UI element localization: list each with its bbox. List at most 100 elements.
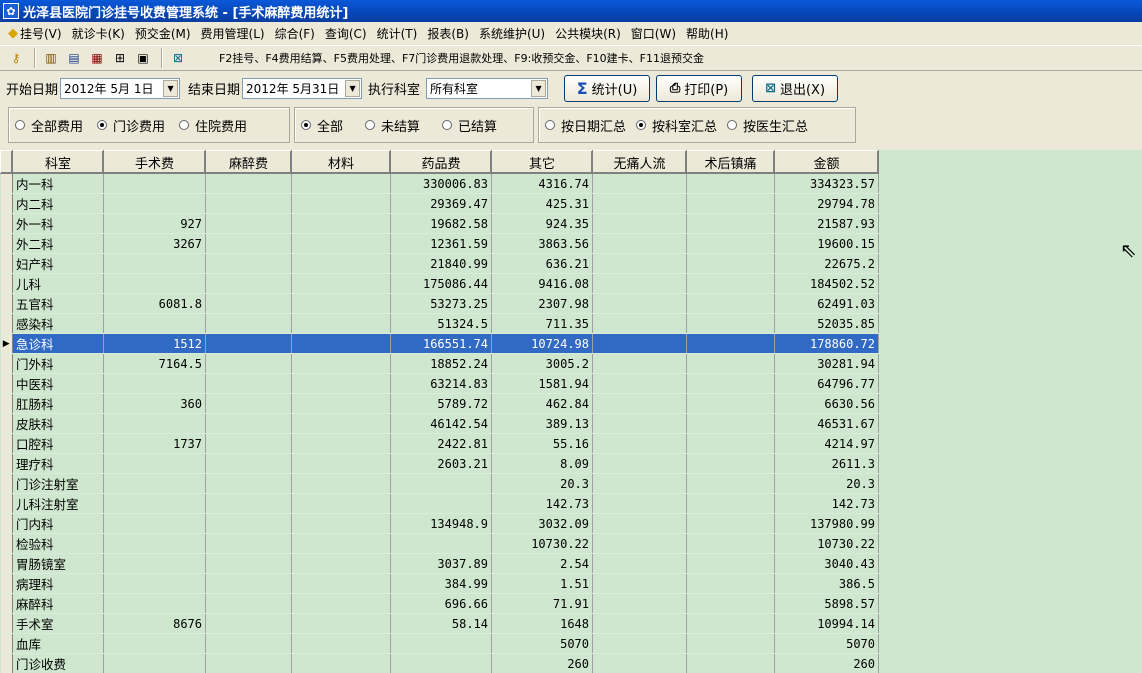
table-row[interactable]: 皮肤科 46142.54 389.13 46531.67: [0, 413, 879, 434]
table-cell[interactable]: [205, 253, 292, 274]
table-cell[interactable]: [205, 393, 292, 414]
table-cell[interactable]: [291, 453, 391, 474]
table-cell[interactable]: [686, 393, 775, 414]
table-row[interactable]: 妇产科 21840.99 636.21 22675.2: [0, 253, 879, 274]
table-cell[interactable]: 口腔科: [12, 433, 104, 454]
row-indicator[interactable]: [0, 233, 13, 254]
table-cell[interactable]: [291, 413, 391, 434]
table-cell[interactable]: 6081.8: [103, 293, 206, 314]
table-cell[interactable]: 10730.22: [774, 533, 879, 554]
table-cell[interactable]: 71.91: [491, 593, 593, 614]
table-cell[interactable]: [291, 253, 391, 274]
table-cell[interactable]: [592, 493, 687, 514]
table-cell[interactable]: 中医科: [12, 373, 104, 394]
table-cell[interactable]: 10724.98: [491, 333, 593, 354]
table-cell[interactable]: [592, 453, 687, 474]
table-row[interactable]: 病理科 384.99 1.51 386.5: [0, 573, 879, 594]
table-cell[interactable]: [592, 553, 687, 574]
table-cell[interactable]: 184502.52: [774, 273, 879, 294]
table-cell[interactable]: [103, 273, 206, 294]
table-cell[interactable]: [686, 633, 775, 654]
table-cell[interactable]: [592, 293, 687, 314]
table-cell[interactable]: 260: [774, 653, 879, 673]
table-cell[interactable]: 51324.5: [390, 313, 492, 334]
table-cell[interactable]: 19682.58: [390, 213, 492, 234]
table-cell[interactable]: [390, 473, 492, 494]
table-cell[interactable]: [291, 473, 391, 494]
table-cell[interactable]: [205, 193, 292, 214]
table-row[interactable]: 检验科 10730.22 10730.22: [0, 533, 879, 554]
table-cell[interactable]: 9416.08: [491, 273, 593, 294]
table-cell[interactable]: 175086.44: [390, 273, 492, 294]
row-indicator[interactable]: [0, 653, 13, 673]
col-header[interactable]: 手术费: [103, 150, 206, 174]
table-cell[interactable]: [686, 173, 775, 194]
row-indicator[interactable]: [0, 313, 13, 334]
table-cell[interactable]: 6630.56: [774, 393, 879, 414]
document-icon[interactable]: ▤: [64, 48, 84, 68]
table-cell[interactable]: 18852.24: [390, 353, 492, 374]
table-cell[interactable]: 5789.72: [390, 393, 492, 414]
table-cell[interactable]: [390, 493, 492, 514]
table-cell[interactable]: 门诊注射室: [12, 473, 104, 494]
row-indicator[interactable]: [0, 513, 13, 534]
menu-general[interactable]: 综合(F): [270, 23, 320, 44]
table-cell[interactable]: 462.84: [491, 393, 593, 414]
table-row[interactable]: 胃肠镜室 3037.89 2.54 3040.43: [0, 553, 879, 574]
table-cell[interactable]: [686, 333, 775, 354]
table-cell[interactable]: [686, 193, 775, 214]
table-cell[interactable]: [592, 393, 687, 414]
table-cell[interactable]: [103, 373, 206, 394]
menu-system[interactable]: 系统维护(U): [474, 23, 550, 44]
table-cell[interactable]: 5070: [774, 633, 879, 654]
table-cell[interactable]: [592, 213, 687, 234]
table-cell[interactable]: [103, 173, 206, 194]
table-cell[interactable]: [291, 213, 391, 234]
table-cell[interactable]: [592, 653, 687, 673]
chevron-down-icon[interactable]: ▼: [345, 79, 361, 97]
table-cell[interactable]: [592, 233, 687, 254]
table-cell[interactable]: 22675.2: [774, 253, 879, 274]
row-indicator[interactable]: [0, 293, 13, 314]
table-cell[interactable]: [592, 253, 687, 274]
row-indicator[interactable]: [0, 533, 13, 554]
menu-query[interactable]: 查询(C): [320, 23, 372, 44]
table-cell[interactable]: [291, 633, 391, 654]
table-row[interactable]: 五官科 6081.8 53273.25 2307.98 62491.03: [0, 293, 879, 314]
table-cell[interactable]: [205, 473, 292, 494]
table-cell[interactable]: [205, 353, 292, 374]
table-cell[interactable]: [291, 553, 391, 574]
table-cell[interactable]: 46142.54: [390, 413, 492, 434]
table-cell[interactable]: [686, 273, 775, 294]
table-cell[interactable]: 52035.85: [774, 313, 879, 334]
table-cell[interactable]: 384.99: [390, 573, 492, 594]
table-cell[interactable]: [205, 313, 292, 334]
table-cell[interactable]: [291, 613, 391, 634]
table-cell[interactable]: 62491.03: [774, 293, 879, 314]
table-cell[interactable]: 3005.2: [491, 353, 593, 374]
table-cell[interactable]: 134948.9: [390, 513, 492, 534]
radio-all-fees[interactable]: 全部费用: [15, 116, 83, 135]
table-row[interactable]: 门外科 7164.5 18852.24 3005.2 30281.94: [0, 353, 879, 374]
table-cell[interactable]: 3267: [103, 233, 206, 254]
table-cell[interactable]: [291, 513, 391, 534]
col-header[interactable]: 材料: [291, 150, 391, 174]
chevron-down-icon[interactable]: ▼: [163, 79, 179, 97]
table-cell[interactable]: 2611.3: [774, 453, 879, 474]
table-cell[interactable]: 2.54: [491, 553, 593, 574]
exit-button[interactable]: ⊠ 退出(X): [752, 74, 839, 102]
table-cell[interactable]: 五官科: [12, 293, 104, 314]
table-row[interactable]: 理疗科 2603.21 8.09 2611.3: [0, 453, 879, 474]
table-cell[interactable]: 内二科: [12, 193, 104, 214]
table-cell[interactable]: 142.73: [774, 493, 879, 514]
table-cell[interactable]: [205, 653, 292, 673]
table-cell[interactable]: 334323.57: [774, 173, 879, 194]
table-cell[interactable]: 1512: [103, 333, 206, 354]
table-cell[interactable]: [686, 313, 775, 334]
table-row[interactable]: 门诊注射室 20.3 20.3: [0, 473, 879, 494]
table-cell[interactable]: [592, 333, 687, 354]
table-cell[interactable]: 妇产科: [12, 253, 104, 274]
table-cell[interactable]: 手术室: [12, 613, 104, 634]
table-cell[interactable]: [291, 273, 391, 294]
table-cell[interactable]: 门内科: [12, 513, 104, 534]
